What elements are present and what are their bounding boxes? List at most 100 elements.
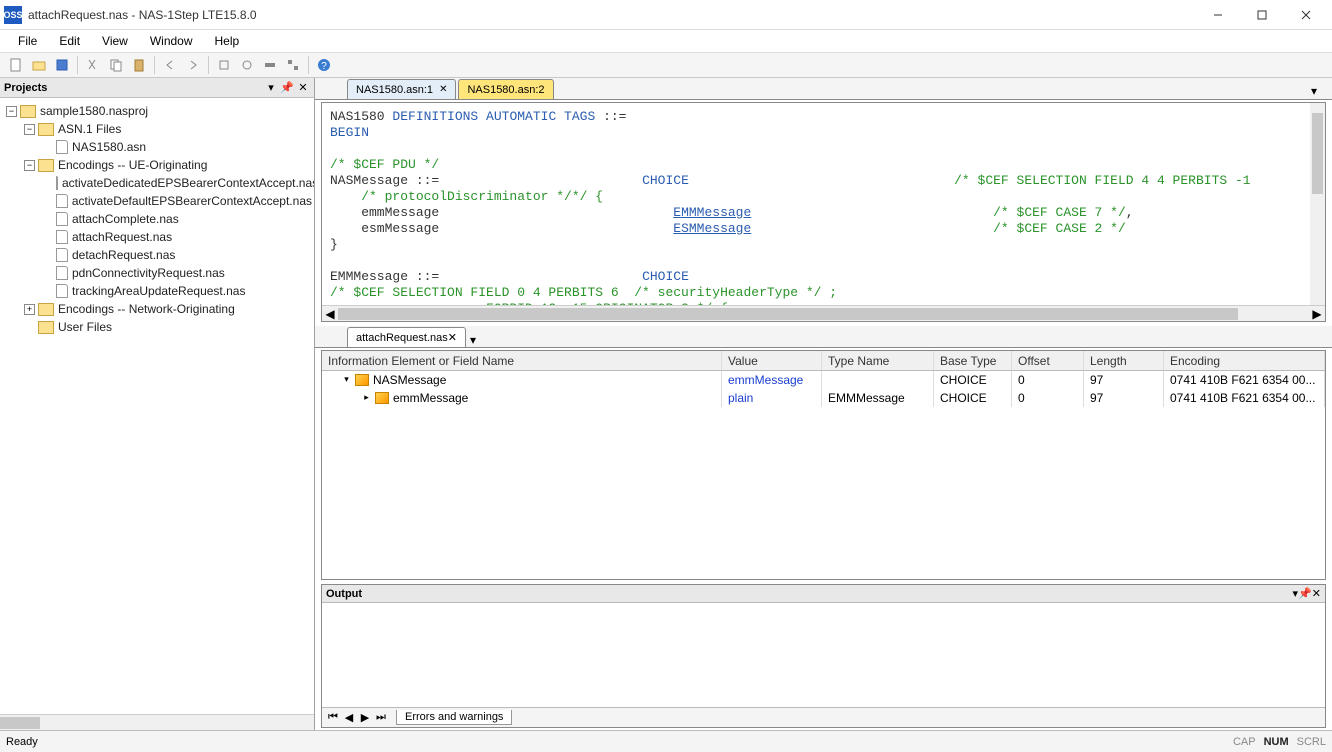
file-icon (56, 212, 68, 226)
toolbar-separator (308, 56, 309, 74)
file-icon (56, 194, 68, 208)
no-toggle (24, 322, 35, 333)
code-body[interactable]: NAS1580 DEFINITIONS AUTOMATIC TAGS ::= B… (322, 103, 1325, 305)
tree-file[interactable]: NAS1580.asn (2, 138, 312, 156)
column-header[interactable]: Base Type (934, 351, 1012, 370)
tree-file[interactable]: pdnConnectivityRequest.nas (2, 264, 312, 282)
tree-folder[interactable]: − Encodings -- UE-Originating (2, 156, 312, 174)
tree-label: trackingAreaUpdateRequest.nas (72, 284, 245, 298)
column-header[interactable]: Offset (1012, 351, 1084, 370)
cell-typename (822, 371, 934, 389)
tool-icon[interactable] (214, 55, 234, 75)
code-editor: NAS1580 DEFINITIONS AUTOMATIC TAGS ::= B… (321, 102, 1326, 322)
tab-close-icon[interactable]: ✕ (439, 84, 447, 95)
arrow-left-icon[interactable] (160, 55, 180, 75)
tree-file[interactable]: attachRequest.nas (2, 228, 312, 246)
menu-file[interactable]: File (8, 32, 47, 50)
expand-icon[interactable]: ▾ (342, 375, 351, 384)
minimize-button[interactable] (1196, 1, 1240, 29)
file-icon (56, 284, 68, 298)
titlebar: OSS attachRequest.nas - NAS-1Step LTE15.… (0, 0, 1332, 30)
editor-vscrollbar[interactable] (1310, 103, 1325, 305)
tab-dropdown-icon[interactable]: ▾ (1306, 83, 1322, 99)
collapse-icon[interactable]: − (6, 106, 17, 117)
tree-root[interactable]: − sample1580.nasproj (2, 102, 312, 120)
folder-icon (38, 321, 54, 334)
open-icon[interactable] (29, 55, 49, 75)
nav-first-icon[interactable]: ⏮ (326, 711, 340, 725)
column-header[interactable]: Encoding (1164, 351, 1325, 370)
maximize-button[interactable] (1240, 1, 1284, 29)
status-ready: Ready (6, 736, 1225, 748)
collapse-icon[interactable]: − (24, 124, 35, 135)
tab-dropdown-icon[interactable]: ▾ (470, 333, 476, 347)
nav-next-icon[interactable]: ▶ (358, 711, 372, 725)
toolbar-separator (77, 56, 78, 74)
nav-last-icon[interactable]: ⏭ (374, 711, 388, 725)
scrollbar-thumb[interactable] (1312, 113, 1323, 194)
paste-icon[interactable] (129, 55, 149, 75)
menu-help[interactable]: Help (205, 32, 250, 50)
pin-icon[interactable]: 📌 (280, 81, 294, 95)
tree-file[interactable]: activateDefaultEPSBearerContextAccept.na… (2, 192, 312, 210)
tree-folder[interactable]: User Files (2, 318, 312, 336)
output-tab[interactable]: Errors and warnings (396, 710, 512, 725)
column-header[interactable]: Information Element or Field Name (322, 351, 722, 370)
folder-icon (38, 159, 54, 172)
table-row[interactable]: ▸emmMessage plain EMMMessage CHOICE 0 97… (322, 389, 1325, 407)
menubar: File Edit View Window Help (0, 30, 1332, 52)
new-icon[interactable] (6, 55, 26, 75)
tree-file[interactable]: attachComplete.nas (2, 210, 312, 228)
scrollbar-thumb[interactable] (0, 717, 40, 729)
projects-hscrollbar[interactable] (0, 714, 314, 730)
close-icon[interactable]: ✕ (296, 81, 310, 95)
output-body[interactable] (322, 603, 1325, 707)
expand-icon[interactable]: ▸ (362, 393, 371, 402)
column-header[interactable]: Type Name (822, 351, 934, 370)
close-button[interactable] (1284, 1, 1328, 29)
output-header: Output ▾ 📌 ✕ (322, 585, 1325, 603)
copy-icon[interactable] (106, 55, 126, 75)
menu-edit[interactable]: Edit (49, 32, 90, 50)
cell-value: emmMessage (722, 371, 822, 389)
pin-icon[interactable]: 📌 (1298, 587, 1312, 600)
file-icon (56, 140, 68, 154)
scrollbar-thumb[interactable] (338, 308, 1238, 320)
tree-folder[interactable]: − ASN.1 Files (2, 120, 312, 138)
table-row[interactable]: ▾NASMessage emmMessage CHOICE 0 97 0741 … (322, 371, 1325, 389)
save-icon[interactable] (52, 55, 72, 75)
arrow-right-icon[interactable] (183, 55, 203, 75)
scroll-right-icon[interactable]: ▶ (1309, 306, 1325, 321)
tab-close-icon[interactable]: ✕ (448, 331, 457, 344)
chevron-down-icon[interactable]: ▾ (264, 81, 278, 95)
tree-file[interactable]: activateDedicatedEPSBearerContextAccept.… (2, 174, 312, 192)
project-tree: − sample1580.nasproj − ASN.1 Files NAS15… (0, 98, 314, 714)
app-icon: OSS (4, 6, 22, 24)
editor-hscrollbar[interactable]: ◀ ▶ (322, 305, 1325, 321)
editor-tab[interactable]: NAS1580.asn:1✕ (347, 79, 456, 99)
element-icon (375, 392, 389, 404)
collapse-icon[interactable]: − (24, 160, 35, 171)
folder-icon (38, 303, 54, 316)
tree-file[interactable]: trackingAreaUpdateRequest.nas (2, 282, 312, 300)
menu-view[interactable]: View (92, 32, 138, 50)
cell-offset: 0 (1012, 389, 1084, 407)
details-tab[interactable]: attachRequest.nas✕ (347, 327, 466, 347)
cut-icon[interactable] (83, 55, 103, 75)
menu-window[interactable]: Window (140, 32, 203, 50)
editor-tab-active[interactable]: NAS1580.asn:2 (458, 79, 553, 99)
tool-icon[interactable] (260, 55, 280, 75)
nav-prev-icon[interactable]: ◀ (342, 711, 356, 725)
tool-icon[interactable] (237, 55, 257, 75)
tool-icon[interactable] (283, 55, 303, 75)
close-icon[interactable]: ✕ (1312, 587, 1321, 600)
expand-icon[interactable]: + (24, 304, 35, 315)
cell-encoding: 0741 410B F621 6354 00... (1164, 371, 1325, 389)
tree-label: NAS1580.asn (72, 140, 146, 154)
column-header[interactable]: Value (722, 351, 822, 370)
column-header[interactable]: Length (1084, 351, 1164, 370)
tree-file[interactable]: detachRequest.nas (2, 246, 312, 264)
help-icon[interactable]: ? (314, 55, 334, 75)
scroll-left-icon[interactable]: ◀ (322, 306, 338, 321)
tree-folder[interactable]: + Encodings -- Network-Originating (2, 300, 312, 318)
